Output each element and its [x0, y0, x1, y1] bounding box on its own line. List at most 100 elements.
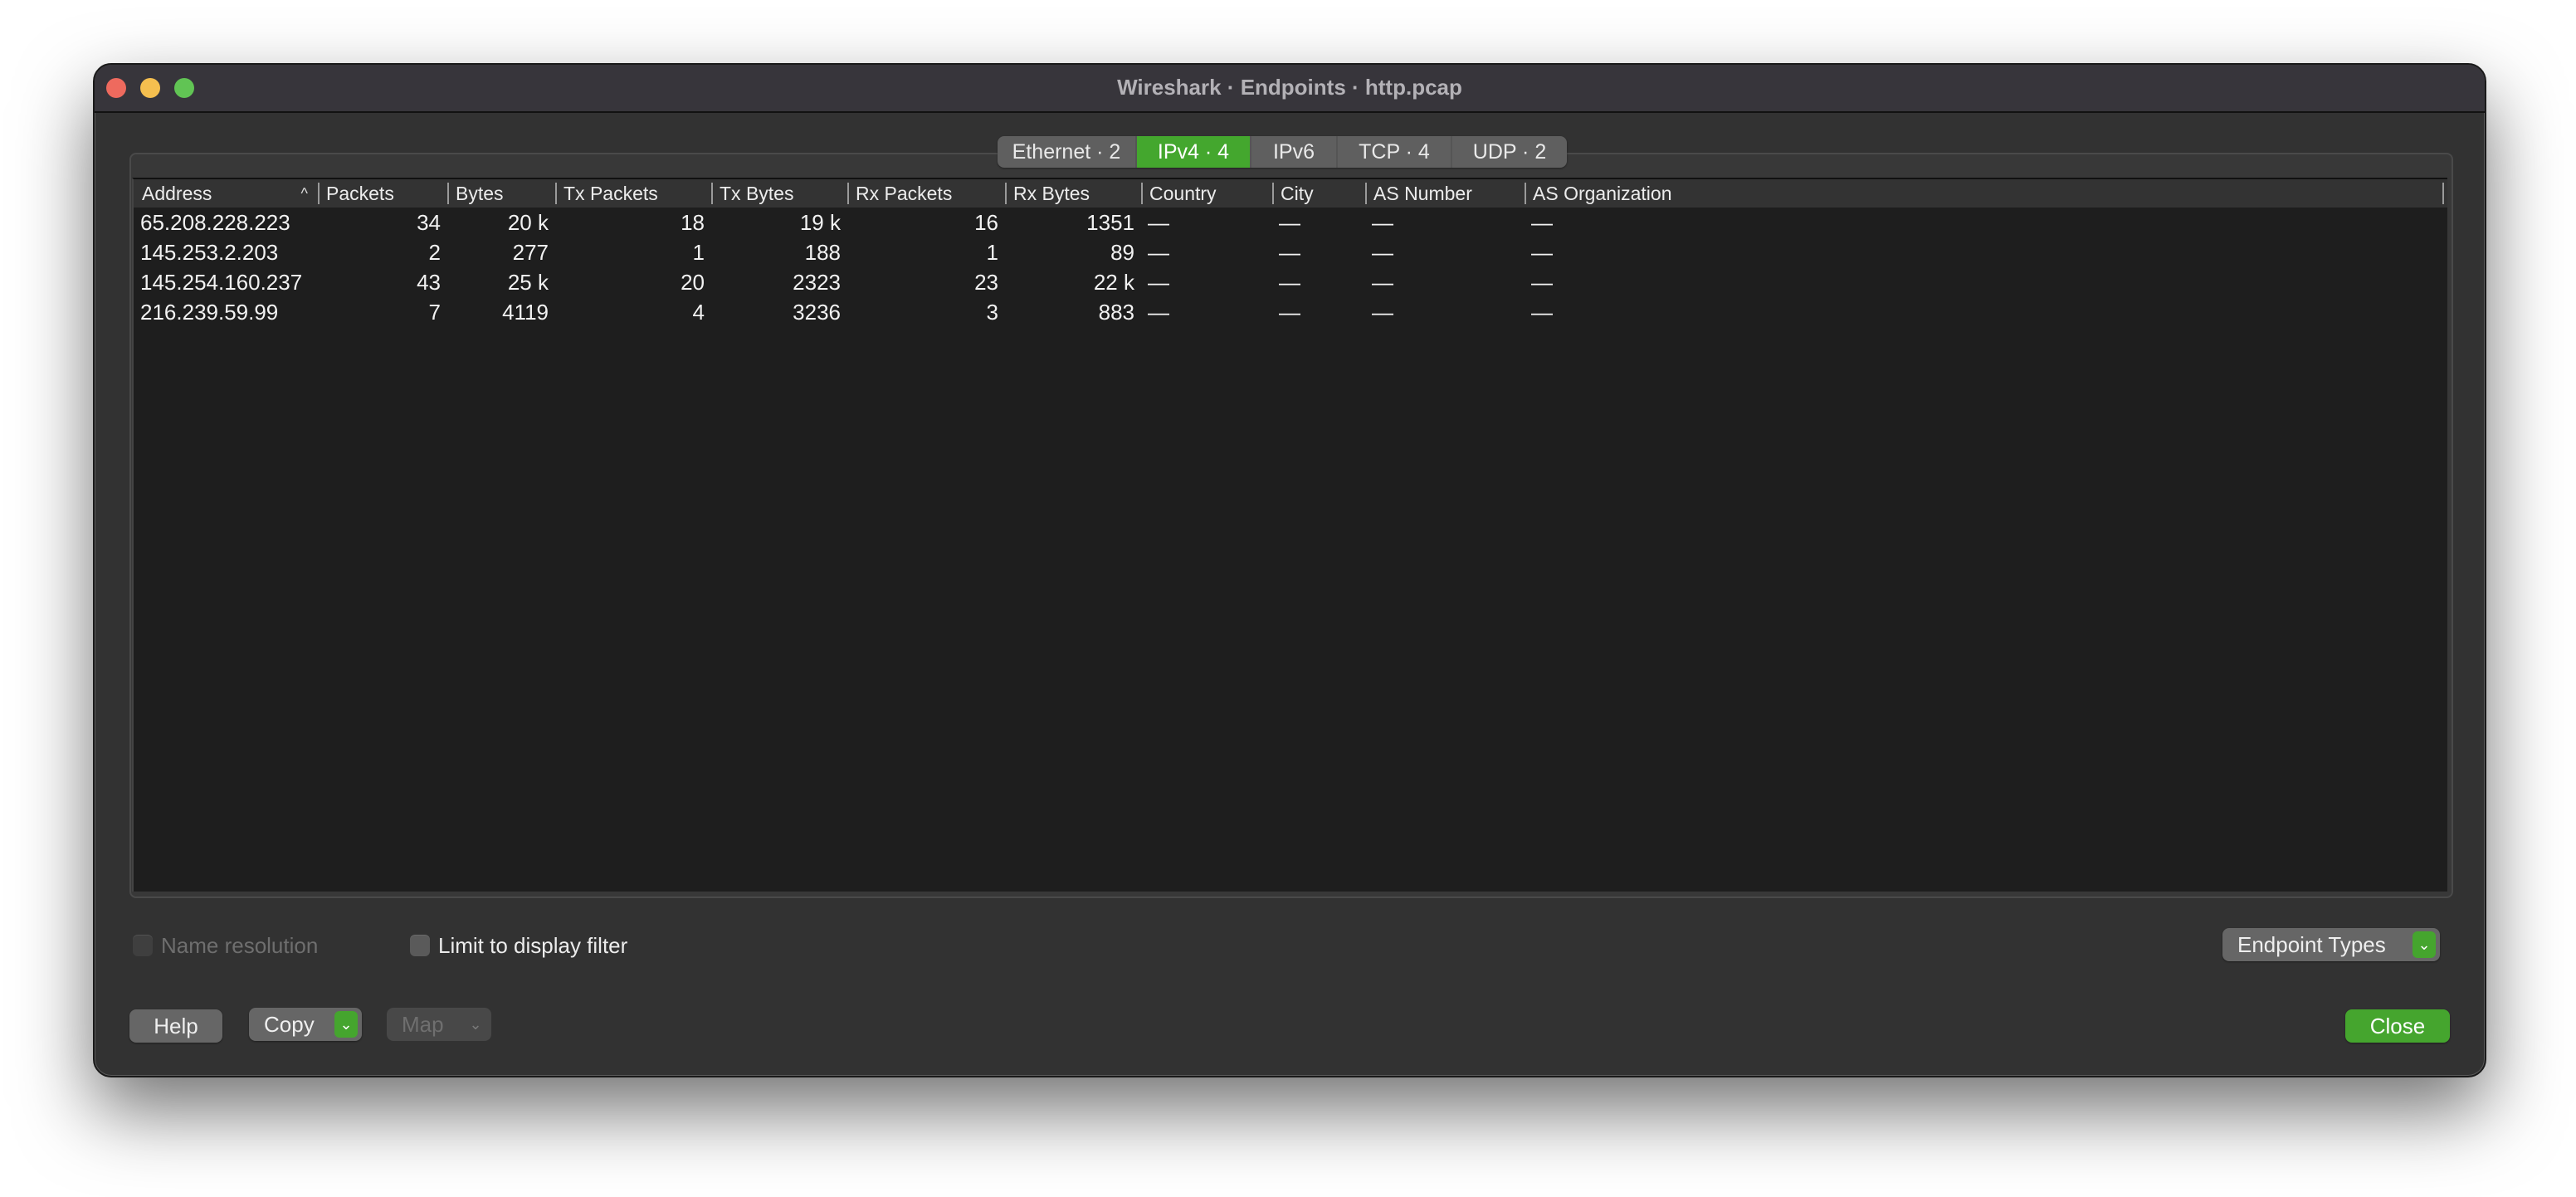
cell-bytes: 277: [512, 240, 549, 265]
column-header-rx-bytes[interactable]: Rx Bytes: [1005, 179, 1141, 208]
cell-rx-bytes: 22 k: [1093, 270, 1134, 295]
help-button[interactable]: Help: [129, 1009, 222, 1043]
cell-address: 145.253.2.203: [140, 240, 279, 265]
sort-ascending-icon: ^: [300, 185, 308, 202]
cell-country: —: [1148, 210, 1169, 235]
chevron-down-icon: ⌄: [2413, 931, 2436, 958]
table-row[interactable]: 145.253.2.203 2 277 1 188 1 89 — — — —: [134, 237, 2447, 267]
table-row[interactable]: 65.208.228.223 34 20 k 18 19 k 16 1351 —…: [134, 208, 2447, 237]
cell-rx-bytes: 89: [1110, 240, 1134, 265]
endpoint-types-label: Endpoint Types: [2237, 932, 2386, 957]
cell-as-organization: —: [1531, 270, 1553, 295]
table-row[interactable]: 145.254.160.237 43 25 k 20 2323 23 22 k …: [134, 267, 2447, 297]
column-header-as-number[interactable]: AS Number: [1365, 179, 1525, 208]
cell-packets: 7: [428, 300, 441, 325]
tab-udp[interactable]: UDP · 2: [1452, 136, 1567, 168]
column-label: Rx Packets: [856, 183, 953, 204]
column-header-address[interactable]: Address ^: [134, 179, 318, 208]
cell-as-organization: —: [1531, 300, 1553, 325]
cell-city: —: [1279, 240, 1300, 265]
column-header-as-organization[interactable]: AS Organization: [1525, 179, 2447, 208]
cell-city: —: [1279, 300, 1300, 325]
cell-city: —: [1279, 270, 1300, 295]
column-label: AS Organization: [1533, 183, 1672, 204]
cell-bytes: 4119: [502, 300, 549, 325]
name-resolution-checkbox[interactable]: [133, 935, 153, 956]
window-title: Wireshark · Endpoints · http.pcap: [1117, 75, 1462, 100]
cell-tx-packets: 20: [681, 270, 705, 295]
cell-as-organization: —: [1531, 210, 1553, 235]
column-label: Tx Packets: [564, 183, 658, 204]
tab-ipv6[interactable]: IPv6: [1251, 136, 1338, 168]
column-header-packets[interactable]: Packets: [318, 179, 447, 208]
column-label: Bytes: [456, 183, 504, 204]
cell-rx-packets: 23: [974, 270, 998, 295]
cell-rx-packets: 16: [974, 210, 998, 235]
table-header: Address ^ Packets Bytes Tx Packets Tx Byt…: [134, 179, 2447, 208]
chevron-down-icon: ⌄: [334, 1011, 358, 1038]
cell-as-number: —: [1372, 270, 1393, 295]
chevron-down-icon: ⌄: [469, 1016, 482, 1033]
copy-button[interactable]: Copy ⌄: [249, 1008, 362, 1041]
cell-tx-packets: 1: [692, 240, 705, 265]
column-header-country[interactable]: Country: [1141, 179, 1272, 208]
name-resolution-option: Name resolution: [133, 931, 318, 960]
endpoints-table: Address ^ Packets Bytes Tx Packets Tx Byt…: [132, 178, 2447, 892]
cell-bytes: 20 k: [507, 210, 549, 235]
cell-bytes: 25 k: [507, 270, 549, 295]
column-header-tx-packets[interactable]: Tx Packets: [555, 179, 711, 208]
column-header-bytes[interactable]: Bytes: [447, 179, 555, 208]
cell-as-organization: —: [1531, 240, 1553, 265]
column-label: Packets: [326, 183, 394, 204]
title-bar[interactable]: Wireshark · Endpoints · http.pcap: [95, 65, 2485, 113]
column-header-tx-bytes[interactable]: Tx Bytes: [711, 179, 847, 208]
column-resize-handle[interactable]: [2442, 183, 2444, 204]
cell-as-number: —: [1372, 300, 1393, 325]
limit-filter-option: Limit to display filter: [410, 931, 627, 960]
cell-tx-bytes: 19 k: [799, 210, 841, 235]
cell-rx-bytes: 883: [1098, 300, 1134, 325]
endpoints-window: Wireshark · Endpoints · http.pcap Ethern…: [93, 63, 2486, 1077]
cell-country: —: [1148, 240, 1169, 265]
map-button[interactable]: Map ⌄: [387, 1008, 491, 1041]
cell-address: 145.254.160.237: [140, 270, 303, 295]
tab-ipv4[interactable]: IPv4 · 4: [1137, 136, 1251, 168]
cell-packets: 43: [417, 270, 441, 295]
column-label: Country: [1149, 183, 1217, 204]
column-label: Tx Bytes: [720, 183, 794, 204]
cell-tx-packets: 4: [692, 300, 705, 325]
table-row[interactable]: 216.239.59.99 7 4119 4 3236 3 883 — — — …: [134, 297, 2447, 327]
endpoint-tabs: Ethernet · 2 IPv4 · 4 IPv6 TCP · 4 UDP ·…: [998, 136, 1567, 168]
cell-tx-packets: 18: [681, 210, 705, 235]
cell-country: —: [1148, 300, 1169, 325]
copy-label: Copy: [264, 1012, 315, 1037]
column-label: Address: [142, 183, 212, 204]
endpoint-types-button[interactable]: Endpoint Types ⌄: [2222, 928, 2440, 961]
cell-as-number: —: [1372, 210, 1393, 235]
tab-tcp[interactable]: TCP · 4: [1338, 136, 1452, 168]
tab-ethernet[interactable]: Ethernet · 2: [998, 136, 1137, 168]
cell-tx-bytes: 3236: [793, 300, 841, 325]
limit-to-display-filter-checkbox[interactable]: [410, 935, 430, 956]
table-body: 65.208.228.223 34 20 k 18 19 k 16 1351 —…: [134, 208, 2447, 327]
name-resolution-label: Name resolution: [161, 932, 319, 958]
column-label: Rx Bytes: [1013, 183, 1090, 204]
cell-address: 65.208.228.223: [140, 210, 290, 235]
column-label: AS Number: [1373, 183, 1472, 204]
column-header-city[interactable]: City: [1272, 179, 1365, 208]
cell-country: —: [1148, 270, 1169, 295]
close-button[interactable]: Close: [2345, 1009, 2450, 1043]
table-container: Address ^ Packets Bytes Tx Packets Tx Byt…: [129, 153, 2450, 895]
limit-to-display-filter-label: Limit to display filter: [438, 932, 628, 958]
cell-as-number: —: [1372, 240, 1393, 265]
cell-packets: 2: [428, 240, 441, 265]
cell-city: —: [1279, 210, 1300, 235]
cell-address: 216.239.59.99: [140, 300, 279, 325]
column-label: City: [1281, 183, 1314, 204]
column-header-rx-packets[interactable]: Rx Packets: [847, 179, 1005, 208]
cell-rx-packets: 1: [986, 240, 998, 265]
cell-tx-bytes: 2323: [793, 270, 841, 295]
cell-rx-bytes: 1351: [1086, 210, 1134, 235]
cell-tx-bytes: 188: [804, 240, 841, 265]
map-label: Map: [402, 1012, 444, 1037]
